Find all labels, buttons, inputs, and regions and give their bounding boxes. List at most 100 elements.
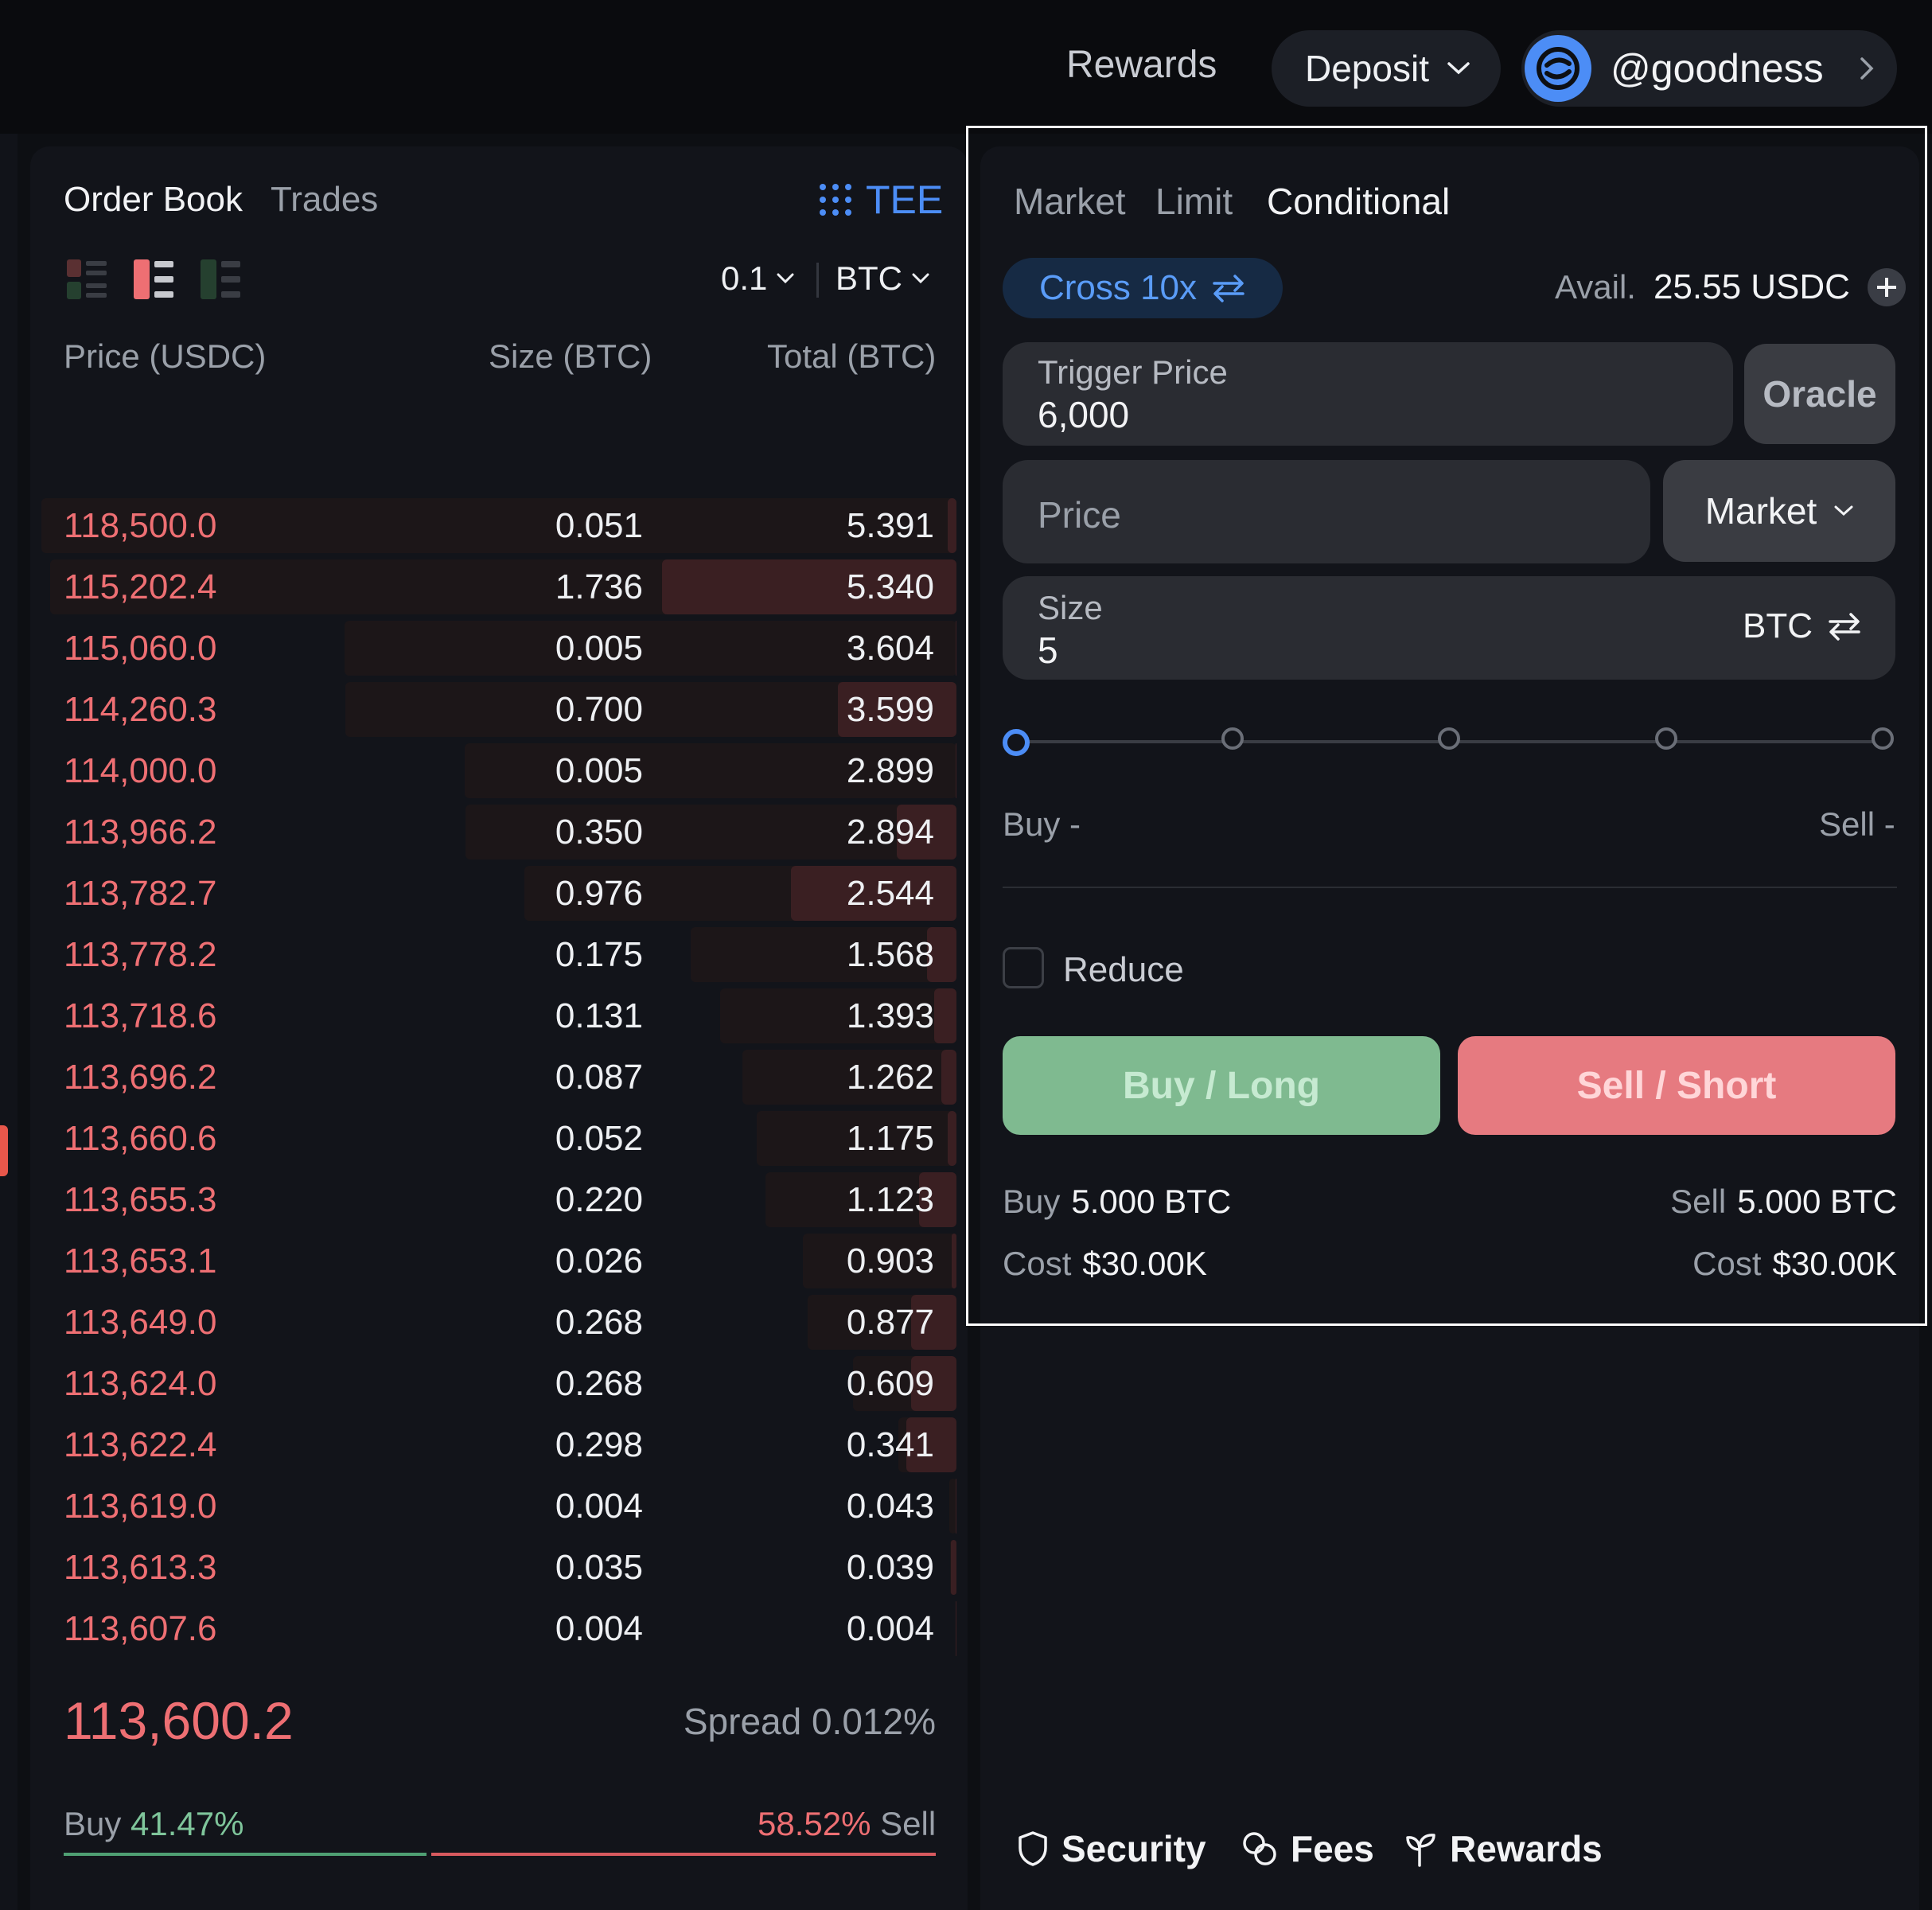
view-both-icon[interactable] bbox=[67, 259, 107, 299]
size-unit-toggle[interactable]: BTC bbox=[1743, 606, 1862, 646]
unit-value: BTC bbox=[836, 259, 902, 297]
row-total: 1.568 bbox=[846, 935, 934, 974]
order-book-row[interactable]: 113,655.3 0.220 1.123 bbox=[41, 1169, 956, 1230]
buy-estimate: Buy - bbox=[1003, 805, 1081, 843]
row-total: 0.877 bbox=[846, 1303, 934, 1342]
row-size: 0.976 bbox=[555, 874, 643, 913]
row-total: 0.609 bbox=[846, 1364, 934, 1403]
order-book-row[interactable]: 113,613.3 0.035 0.039 bbox=[41, 1537, 956, 1598]
slider-step-25[interactable] bbox=[1221, 727, 1244, 750]
tick-size-value: 0.1 bbox=[721, 259, 768, 297]
buy-long-button[interactable]: Buy / Long bbox=[1003, 1036, 1440, 1135]
tab-trades[interactable]: Trades bbox=[271, 180, 378, 220]
view-asks-icon[interactable] bbox=[134, 259, 173, 299]
order-book-row[interactable]: 113,966.2 0.350 2.894 bbox=[41, 801, 956, 863]
row-price: 113,660.6 bbox=[64, 1119, 217, 1158]
order-book-row[interactable]: 115,202.4 1.736 5.340 bbox=[41, 556, 956, 618]
swap-icon bbox=[1213, 275, 1245, 302]
row-price: 113,649.0 bbox=[64, 1303, 217, 1342]
reduce-checkbox[interactable] bbox=[1003, 947, 1044, 988]
book-view-toggle bbox=[67, 259, 240, 299]
row-price: 113,622.4 bbox=[64, 1425, 217, 1464]
slider-step-100[interactable] bbox=[1872, 727, 1894, 750]
buy-cost-summary: Cost $30.00K bbox=[1003, 1245, 1207, 1283]
row-size: 0.700 bbox=[555, 690, 643, 729]
rewards-link[interactable]: Rewards bbox=[1066, 43, 1217, 87]
sell-short-button[interactable]: Sell / Short bbox=[1458, 1036, 1895, 1135]
sell-size-value: 5.000 BTC bbox=[1737, 1183, 1897, 1220]
buy-ratio: Buy 41.47% bbox=[64, 1805, 244, 1843]
row-price: 113,619.0 bbox=[64, 1487, 217, 1526]
row-total: 1.262 bbox=[846, 1058, 934, 1097]
column-header-total: Total (BTC) bbox=[767, 337, 937, 375]
row-total: 0.043 bbox=[846, 1487, 934, 1526]
tab-conditional[interactable]: Conditional bbox=[1267, 180, 1450, 223]
row-size: 0.220 bbox=[555, 1180, 643, 1219]
sell-size-label: Sell bbox=[1670, 1183, 1727, 1220]
row-size: 0.298 bbox=[555, 1425, 643, 1464]
order-book-row[interactable]: 113,619.0 0.004 0.043 bbox=[41, 1475, 956, 1537]
order-book-row[interactable]: 113,624.0 0.268 0.609 bbox=[41, 1353, 956, 1414]
order-type-value: Market bbox=[1704, 490, 1817, 532]
slider-step-50[interactable] bbox=[1438, 727, 1460, 750]
security-link[interactable]: Security bbox=[1017, 1827, 1206, 1870]
size-unit: BTC bbox=[1743, 606, 1813, 645]
view-bids-icon[interactable] bbox=[201, 259, 240, 299]
order-book-row[interactable]: 113,649.0 0.268 0.877 bbox=[41, 1292, 956, 1353]
fees-link[interactable]: Fees bbox=[1241, 1827, 1374, 1870]
order-book-row[interactable]: 114,260.3 0.700 3.599 bbox=[41, 679, 956, 740]
order-book-row[interactable]: 118,500.0 0.051 5.391 bbox=[41, 495, 956, 556]
add-funds-icon[interactable] bbox=[1867, 268, 1906, 306]
ask-list: 118,500.0 0.051 5.391 115,202.4 1.736 5.340 11… bbox=[41, 495, 956, 1659]
row-total: 2.894 bbox=[846, 813, 934, 852]
column-header-size: Size (BTC) bbox=[489, 337, 652, 375]
row-size: 0.035 bbox=[555, 1548, 643, 1587]
account-button[interactable]: @goodness bbox=[1521, 30, 1897, 107]
fees-label: Fees bbox=[1291, 1828, 1374, 1869]
margin-mode-button[interactable]: Cross 10x bbox=[1003, 258, 1283, 318]
order-book-row[interactable]: 113,660.6 0.052 1.175 bbox=[41, 1108, 956, 1169]
order-book-row[interactable]: 113,622.4 0.298 0.341 bbox=[41, 1414, 956, 1475]
chevron-down-icon bbox=[777, 273, 794, 284]
oracle-button[interactable]: Oracle bbox=[1744, 344, 1895, 444]
row-price: 113,653.1 bbox=[64, 1242, 217, 1280]
row-price: 114,260.3 bbox=[64, 690, 217, 729]
price-field[interactable]: Price bbox=[1003, 460, 1650, 563]
deposit-button[interactable]: Deposit bbox=[1272, 30, 1501, 107]
avail-label: Avail. bbox=[1555, 268, 1636, 306]
order-type-select[interactable]: Market bbox=[1663, 460, 1895, 562]
size-slider-handle[interactable] bbox=[1003, 729, 1030, 756]
size-bar bbox=[948, 498, 956, 553]
buy-size-label: Buy bbox=[1003, 1183, 1061, 1220]
available-balance: Avail. 25.55 USDC bbox=[1555, 267, 1906, 307]
order-book-row[interactable]: 113,782.7 0.976 2.544 bbox=[41, 863, 956, 924]
row-price: 113,613.3 bbox=[64, 1548, 217, 1587]
row-total: 0.039 bbox=[846, 1548, 934, 1587]
sell-ratio-label: Sell bbox=[880, 1805, 937, 1842]
order-book-row[interactable]: 114,000.0 0.005 2.899 bbox=[41, 740, 956, 801]
tab-market[interactable]: Market bbox=[1014, 180, 1126, 223]
tick-size-select[interactable]: 0.1 bbox=[721, 259, 794, 298]
row-total: 3.599 bbox=[846, 690, 934, 729]
order-book-row[interactable]: 113,607.6 0.004 0.004 bbox=[41, 1598, 956, 1659]
buy-ratio-bar bbox=[64, 1853, 427, 1856]
order-book-row[interactable]: 113,653.1 0.026 0.903 bbox=[41, 1230, 956, 1292]
order-book-row[interactable]: 113,718.6 0.131 1.393 bbox=[41, 985, 956, 1047]
sprout-icon bbox=[1406, 1834, 1435, 1867]
trigger-price-label: Trigger Price bbox=[1038, 353, 1228, 391]
buy-ratio-value: 41.47% bbox=[130, 1805, 244, 1842]
tee-badge[interactable]: TEE bbox=[818, 177, 943, 223]
tab-limit[interactable]: Limit bbox=[1155, 180, 1233, 223]
order-book-row[interactable]: 113,696.2 0.087 1.262 bbox=[41, 1047, 956, 1108]
deposit-label: Deposit bbox=[1305, 48, 1429, 89]
tab-order-book[interactable]: Order Book bbox=[64, 180, 243, 220]
side-rail bbox=[0, 134, 18, 1910]
order-book-row[interactable]: 115,060.0 0.005 3.604 bbox=[41, 618, 956, 679]
trigger-price-field[interactable]: Trigger Price 6,000 bbox=[1003, 342, 1733, 446]
rewards-footer-link[interactable]: Rewards bbox=[1405, 1827, 1603, 1870]
selector-divider bbox=[816, 263, 819, 298]
order-book-row[interactable]: 113,778.2 0.175 1.568 bbox=[41, 924, 956, 985]
unit-select[interactable]: BTC bbox=[836, 259, 929, 298]
slider-step-75[interactable] bbox=[1655, 727, 1677, 750]
row-total: 5.340 bbox=[846, 567, 934, 606]
